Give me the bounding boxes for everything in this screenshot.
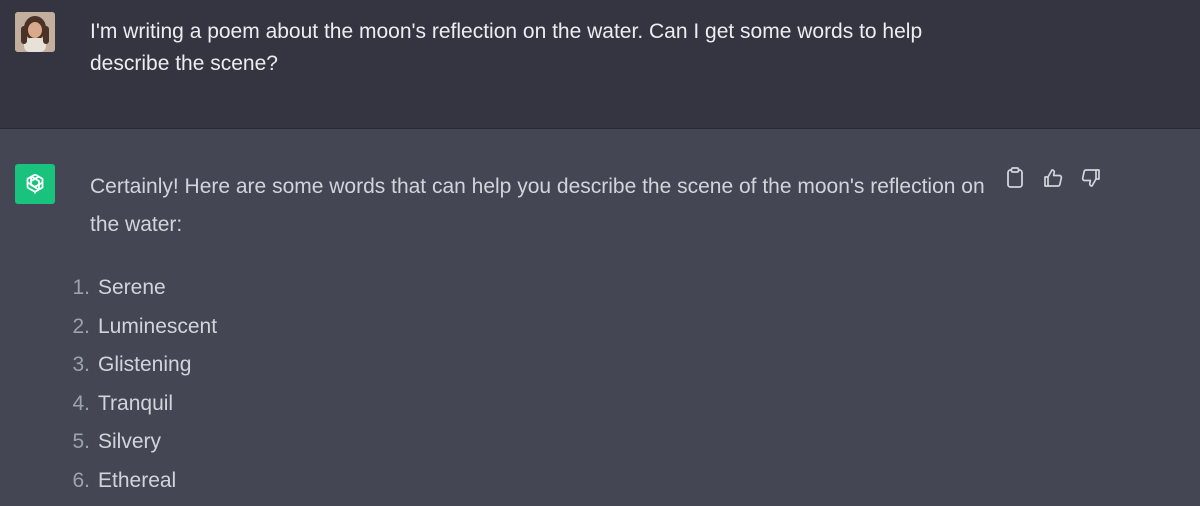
thumbs-up-icon: [1044, 169, 1063, 187]
assistant-intro-text: Certainly! Here are some words that can …: [90, 175, 985, 236]
list-item-number: 3.: [72, 353, 90, 377]
list-item-word: Glistening: [98, 353, 192, 377]
list-item-number: 5.: [72, 430, 90, 454]
list-item-word: Luminescent: [98, 314, 218, 338]
user-avatar: [15, 12, 55, 52]
user-avatar-photo: [15, 12, 55, 52]
message-actions: [1003, 166, 1103, 190]
clipboard-icon: [1007, 167, 1023, 188]
list-item-number: 6.: [72, 468, 90, 492]
thumbs-down-button[interactable]: [1079, 166, 1103, 190]
thumbs-up-button[interactable]: [1041, 166, 1065, 190]
list-item-word: Silvery: [98, 430, 162, 454]
list-item-number: 4.: [72, 391, 90, 415]
user-message-row: I'm writing a poem about the moon's refl…: [0, 0, 1200, 129]
copy-button[interactable]: [1003, 166, 1027, 190]
list-item-number: 2.: [72, 314, 90, 338]
assistant-message-row: Certainly! Here are some words that can …: [0, 129, 1200, 506]
user-message-text: I'm writing a poem about the moon's refl…: [90, 20, 923, 75]
thumbs-down-icon: [1081, 169, 1100, 187]
list-item-word: Tranquil: [98, 391, 174, 415]
list-item-word: Ethereal: [98, 468, 177, 492]
list-item-number: 1.: [72, 276, 90, 299]
openai-logo-icon: [26, 173, 44, 194]
assistant-avatar: [15, 164, 55, 204]
list-item-word: Serene: [98, 276, 166, 299]
